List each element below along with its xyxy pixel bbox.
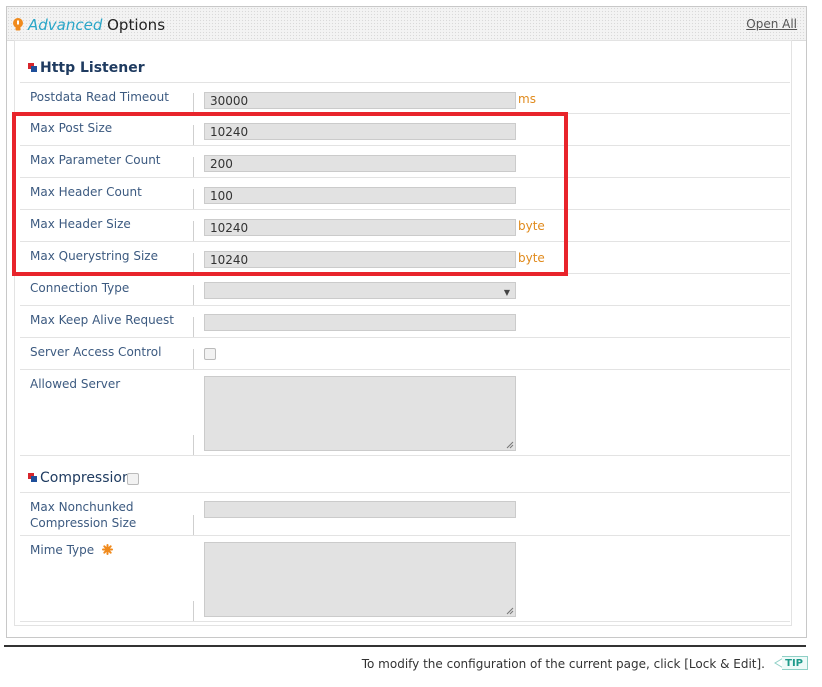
divider (193, 189, 194, 209)
mime-type-label: Mime Type (30, 543, 95, 557)
field-label: Max Nonchunked Compression Size (30, 499, 136, 531)
resize-grip-icon[interactable] (506, 441, 514, 449)
row-allowed-server: Allowed Server (20, 370, 790, 456)
divider (193, 285, 194, 305)
http-listener-title: Http Listener (40, 60, 145, 76)
max-keep-alive-request-input[interactable] (204, 314, 516, 331)
connection-type-select[interactable]: ▼ (204, 282, 516, 299)
max-parameter-count-input[interactable]: 200 (204, 155, 516, 172)
max-header-count-input[interactable]: 100 (204, 187, 516, 204)
row-max-parameter-count: Max Parameter Count 200 (20, 146, 790, 178)
divider (193, 93, 194, 113)
field-label: Max Header Count (30, 185, 142, 199)
divider (193, 125, 194, 145)
divider (193, 253, 194, 273)
row-postdata-read-timeout: Postdata Read Timeout 30000 ms (20, 82, 790, 114)
field-label: Mime Type (30, 542, 113, 558)
max-header-size-input[interactable]: 10240 (204, 219, 516, 236)
row-max-keep-alive-request: Max Keep Alive Request (20, 306, 790, 338)
section-icon (28, 63, 37, 72)
field-label: Server Access Control (30, 345, 162, 359)
divider (193, 349, 194, 369)
divider (193, 221, 194, 241)
row-max-nonchunked-compression-size: Max Nonchunked Compression Size (20, 492, 790, 536)
row-max-post-size: Max Post Size 10240 (20, 114, 790, 146)
footer-hint: To modify the configuration of the curre… (361, 657, 765, 671)
mime-type-textarea[interactable] (204, 542, 516, 617)
field-label: Max Querystring Size (30, 249, 158, 263)
row-mime-type: Mime Type (20, 536, 790, 622)
field-label: Max Header Size (30, 217, 131, 231)
max-post-size-input[interactable]: 10240 (204, 123, 516, 140)
divider (193, 601, 194, 621)
panel-header[interactable]: Advanced Options Open All (7, 7, 806, 41)
divider (193, 435, 194, 455)
tip-badge[interactable]: TIP (782, 656, 808, 670)
max-querystring-size-input[interactable]: 10240 (204, 251, 516, 268)
field-label: Postdata Read Timeout (30, 90, 169, 104)
panel-title-main: Options (102, 16, 166, 34)
field-label: Connection Type (30, 281, 130, 295)
section-icon (28, 473, 37, 482)
lightbulb-icon (13, 18, 23, 31)
postdata-read-timeout-input[interactable]: 30000 (204, 92, 516, 109)
compression-enable-checkbox[interactable] (127, 473, 139, 485)
resize-grip-icon[interactable] (506, 607, 514, 615)
panel-title-accent: Advanced (28, 16, 103, 34)
field-label: Max Post Size (30, 121, 113, 135)
divider (193, 317, 194, 337)
panel-title: Advanced Options (28, 16, 165, 34)
unit-label: byte (518, 251, 545, 265)
open-all-link[interactable]: Open All (746, 17, 797, 31)
label-line-2: Compression Size (30, 516, 137, 530)
row-server-access-control: Server Access Control (20, 338, 790, 370)
label-line-1: Max Nonchunked (30, 500, 134, 514)
required-asterisk-icon (101, 544, 113, 555)
compression-title: Compression (40, 470, 131, 486)
max-nonchunked-compression-size-input[interactable] (204, 501, 516, 518)
server-access-control-checkbox[interactable] (204, 348, 216, 360)
row-max-header-size: Max Header Size 10240 byte (20, 210, 790, 242)
divider (193, 157, 194, 177)
footer-divider (4, 645, 806, 647)
allowed-server-textarea[interactable] (204, 376, 516, 451)
row-max-header-count: Max Header Count 100 (20, 178, 790, 210)
field-label: Max Parameter Count (30, 153, 161, 167)
unit-label: byte (518, 219, 545, 233)
row-connection-type: Connection Type ▼ (20, 274, 790, 306)
field-label: Max Keep Alive Request (30, 313, 175, 327)
row-max-querystring-size: Max Querystring Size 10240 byte (20, 242, 790, 274)
divider (193, 515, 194, 535)
dropdown-arrow-icon: ▼ (503, 288, 510, 297)
unit-label: ms (518, 92, 536, 106)
field-label: Allowed Server (30, 377, 121, 391)
